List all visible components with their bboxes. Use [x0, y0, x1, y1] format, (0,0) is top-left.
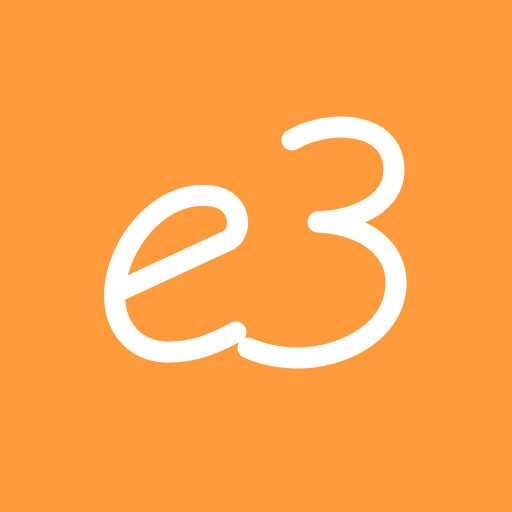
letter-e-glyph	[104, 184, 248, 363]
e3-logo-mark	[104, 116, 407, 369]
digit-3-glyph	[237, 116, 407, 369]
app-icon: e3	[0, 0, 512, 512]
